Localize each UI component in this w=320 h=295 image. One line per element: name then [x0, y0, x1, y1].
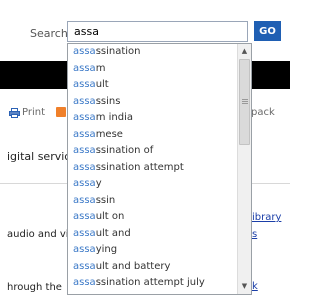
search-input[interactable] [67, 21, 248, 42]
suggestion-match: assa [73, 161, 96, 173]
suggestion-rest: ult and battery [95, 260, 171, 272]
suggestion-rest: m [95, 62, 106, 74]
suggestion-rest: ult [95, 79, 109, 90]
suggestion-rest: ssination [95, 46, 141, 57]
print-link[interactable]: Print [9, 107, 45, 118]
suggestion-item[interactable]: assam [68, 61, 251, 78]
suggestion-item[interactable]: assassins [68, 94, 251, 111]
suggestion-match: assa [73, 244, 96, 255]
suggestion-rest: ssins [95, 95, 121, 107]
suggestion-rest: ying [95, 244, 118, 255]
suggestion-item[interactable]: assassination attempt [68, 160, 251, 177]
suggestion-item[interactable]: assault on [68, 209, 251, 226]
suggestion-rest: mese [95, 128, 123, 140]
suggestion-match: assa [73, 46, 96, 57]
suggestion-list: assassination assam assault assassins assam … [68, 44, 251, 292]
through-text: hrough the [7, 282, 62, 293]
suggestion-rest: y [95, 178, 102, 189]
suggestion-rest: ssination attempt [95, 161, 184, 173]
suggestion-match: assa [73, 79, 96, 90]
scroll-up-icon[interactable]: ▲ [238, 45, 251, 58]
link-k[interactable]: k [252, 281, 258, 292]
suggestion-match: assa [73, 112, 96, 123]
suggestion-match: assa [73, 277, 96, 288]
suggestion-match: assa [73, 62, 96, 74]
suggestion-item[interactable]: assassination [68, 44, 251, 61]
suggestion-rest: m india [95, 112, 133, 123]
suggestion-rest: ssin [95, 194, 116, 206]
library-link[interactable]: ibrary [252, 212, 281, 223]
printer-icon [9, 107, 20, 118]
suggestion-rest: ssination of [95, 145, 154, 156]
suggestion-item[interactable]: assassination attempt july [68, 275, 251, 292]
suggestion-match: assa [73, 145, 96, 156]
suggestion-match: assa [73, 194, 96, 206]
feedback-link[interactable]: pack [251, 107, 275, 118]
rss-icon[interactable] [56, 107, 66, 117]
suggestion-match: assa [73, 128, 96, 140]
scroll-down-icon[interactable]: ▼ [238, 280, 251, 293]
suggestion-item[interactable]: assam india [68, 110, 251, 127]
suggestion-match: assa [73, 178, 96, 189]
search-label: Search [30, 27, 68, 40]
audio-video-text: audio and vid [7, 229, 75, 240]
suggestion-rest: ult and [95, 227, 131, 239]
scrollbar-thumb[interactable] [239, 59, 250, 145]
suggestion-item[interactable]: assault [68, 77, 251, 94]
suggestion-match: assa [73, 95, 96, 107]
services-link[interactable]: s [252, 229, 257, 240]
suggestion-match: assa [73, 211, 96, 222]
suggestion-match: assa [73, 227, 96, 239]
print-label: Print [22, 107, 46, 118]
go-button[interactable]: GO [254, 21, 281, 41]
dropdown-scrollbar[interactable]: ▲ ▼ [237, 44, 251, 294]
suggestion-item[interactable]: assault and battery [68, 259, 251, 276]
autocomplete-dropdown: assassination assam assault assassins assam … [67, 43, 252, 295]
suggestion-rest: ssination attempt july [95, 277, 205, 288]
suggestion-item[interactable]: assault and [68, 226, 251, 243]
suggestion-item[interactable]: assay [68, 176, 251, 193]
suggestion-item[interactable]: assaying [68, 242, 251, 259]
suggestion-match: assa [73, 260, 96, 272]
suggestion-item[interactable]: assassination of [68, 143, 251, 160]
suggestion-item[interactable]: assamese [68, 127, 251, 144]
suggestion-rest: ult on [95, 211, 125, 222]
suggestion-item[interactable]: assassin [68, 193, 251, 210]
